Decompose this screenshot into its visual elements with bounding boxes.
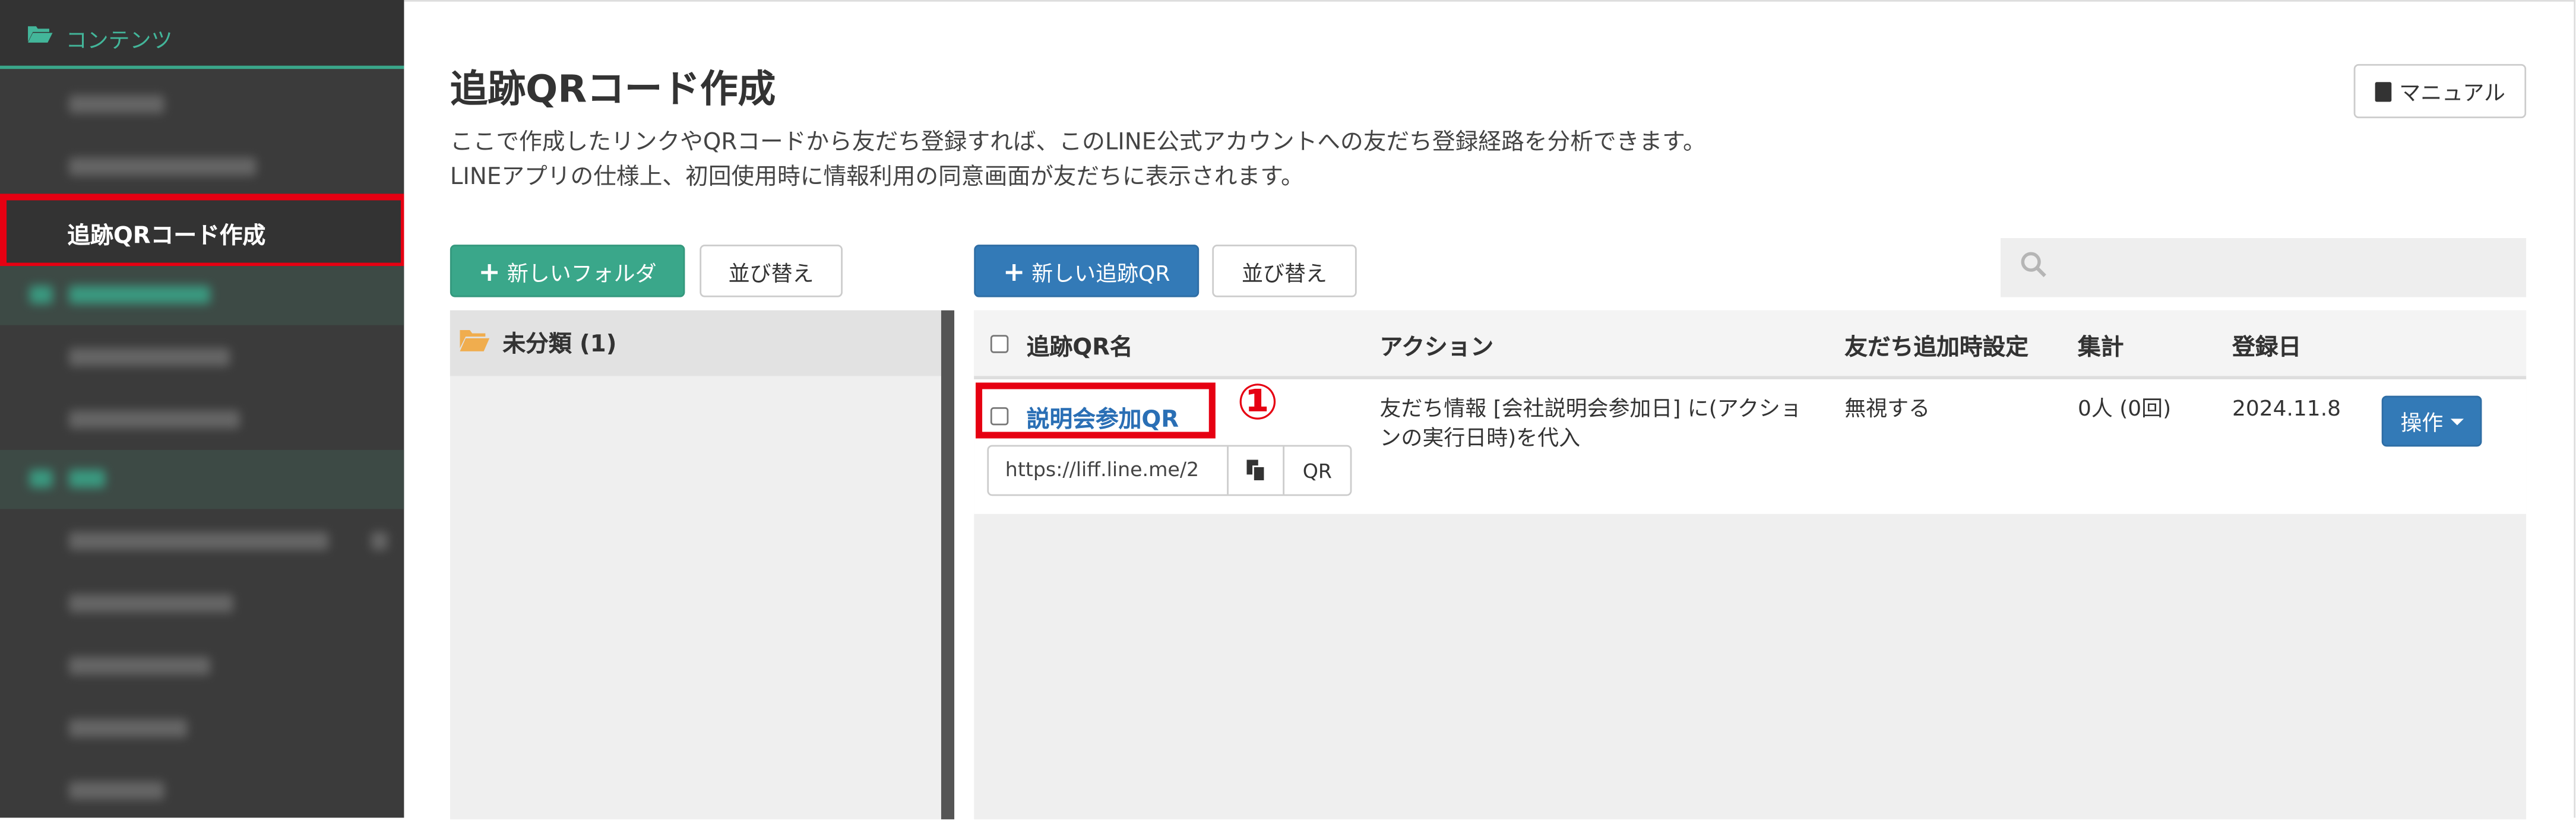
sidebar-item-blurred[interactable] bbox=[0, 388, 404, 450]
sidebar-group-blurred[interactable] bbox=[0, 449, 404, 509]
main-content: 追跡QRコード作成 ここで作成したリンクやQRコードから友だち登録すれば、このL… bbox=[404, 0, 2576, 820]
column-header-date: 登録日 bbox=[2232, 335, 2302, 362]
new-folder-label: 新しいフォルダ bbox=[507, 262, 657, 287]
manual-label: マニュアル bbox=[2399, 82, 2506, 107]
qr-sort-button[interactable]: 並び替え bbox=[1212, 245, 1357, 297]
date-value: 2024.11.8 bbox=[2232, 397, 2341, 422]
highlight-box bbox=[976, 382, 1216, 439]
search-input[interactable] bbox=[2000, 238, 2527, 297]
operation-dropdown-button[interactable]: 操作 bbox=[2381, 395, 2482, 447]
folder-sort-button[interactable]: 並び替え bbox=[700, 245, 843, 297]
folder-item-label: 未分類 (1) bbox=[502, 331, 617, 358]
new-tracking-qr-button[interactable]: + 新しい追跡QR bbox=[974, 245, 1200, 297]
count-value: 0人 (0回) bbox=[2077, 397, 2172, 422]
sidebar: コンテンツ 追跡QRコード作成 bbox=[0, 0, 407, 818]
caret-down-icon bbox=[2450, 417, 2463, 425]
sidebar-item-blurred[interactable] bbox=[0, 572, 404, 634]
tracking-qr-table: 追跡QR名 アクション 友だち追加時設定 集計 登録日 説明会参加QR ① ht… bbox=[974, 310, 2527, 820]
sidebar-item-blurred[interactable] bbox=[0, 325, 404, 388]
operation-label: 操作 bbox=[2400, 412, 2444, 437]
page-description-line2: LINEアプリの仕様上、初回使用時に情報利用の同意画面が友だちに表示されます。 bbox=[450, 164, 1304, 191]
sidebar-item-blurred[interactable] bbox=[0, 135, 404, 197]
copy-button[interactable] bbox=[1229, 446, 1285, 494]
new-folder-button[interactable]: + 新しいフォルダ bbox=[450, 245, 685, 297]
folder-list: 未分類 (1) bbox=[450, 310, 941, 820]
sidebar-item-blurred[interactable] bbox=[0, 696, 404, 759]
action-text-line2: ンの実行日時)を代入 bbox=[1379, 427, 1581, 452]
folder-open-icon bbox=[460, 329, 490, 351]
book-icon bbox=[2374, 81, 2391, 102]
sidebar-section-label: コンテンツ bbox=[65, 29, 173, 55]
new-tracking-qr-label: 新しい追跡QR bbox=[1031, 262, 1170, 287]
action-text-line1: 友だち情報 [会社説明会参加日] に(アクショ bbox=[1379, 397, 1802, 422]
folder-open-icon bbox=[28, 26, 53, 43]
column-header-name: 追跡QR名 bbox=[1026, 335, 1133, 362]
page-title: 追跡QRコード作成 bbox=[450, 69, 776, 112]
add-setting-value: 無視する bbox=[1844, 397, 1931, 422]
page-description-line1: ここで作成したリンクやQRコードから友だち登録すれば、このLINE公式アカウント… bbox=[450, 129, 1706, 156]
sidebar-item-tracking-qr[interactable]: 追跡QRコード作成 bbox=[0, 194, 407, 270]
column-header-action: アクション bbox=[1379, 335, 1494, 362]
sidebar-item-blurred[interactable] bbox=[0, 634, 404, 696]
pane-splitter[interactable] bbox=[941, 310, 955, 820]
sidebar-section-header[interactable]: コンテンツ bbox=[0, 0, 404, 69]
sidebar-item-label: 追跡QRコード作成 bbox=[67, 223, 266, 250]
sidebar-item-blurred[interactable] bbox=[0, 759, 404, 821]
folder-sort-label: 並び替え bbox=[728, 262, 814, 287]
url-group: https://liff.line.me/2 QR bbox=[987, 445, 1352, 496]
qr-button[interactable]: QR bbox=[1284, 446, 1350, 494]
plus-icon: + bbox=[1003, 255, 1026, 287]
search-icon bbox=[2021, 252, 2046, 277]
qr-sort-label: 並び替え bbox=[1242, 262, 1327, 287]
sidebar-item-blurred[interactable] bbox=[0, 509, 404, 571]
folder-item-uncategorized[interactable]: 未分類 (1) bbox=[450, 310, 941, 376]
select-all-checkbox[interactable] bbox=[990, 335, 1009, 353]
table-row: 説明会参加QR ① https://liff.line.me/2 QR 友だち情… bbox=[974, 375, 2527, 514]
manual-button[interactable]: マニュアル bbox=[2353, 64, 2527, 119]
copy-icon bbox=[1246, 459, 1266, 481]
table-header: 追跡QR名 アクション 友だち追加時設定 集計 登録日 bbox=[974, 310, 2527, 379]
column-header-add-setting: 友だち追加時設定 bbox=[1844, 335, 2029, 362]
sidebar-item-blurred[interactable] bbox=[0, 72, 404, 135]
annotation-marker: ① bbox=[1236, 374, 1279, 432]
column-header-count: 集計 bbox=[2077, 335, 2124, 362]
url-field[interactable]: https://liff.line.me/2 bbox=[989, 446, 1229, 494]
plus-icon: + bbox=[478, 255, 501, 287]
sidebar-group-blurred[interactable] bbox=[0, 266, 404, 325]
